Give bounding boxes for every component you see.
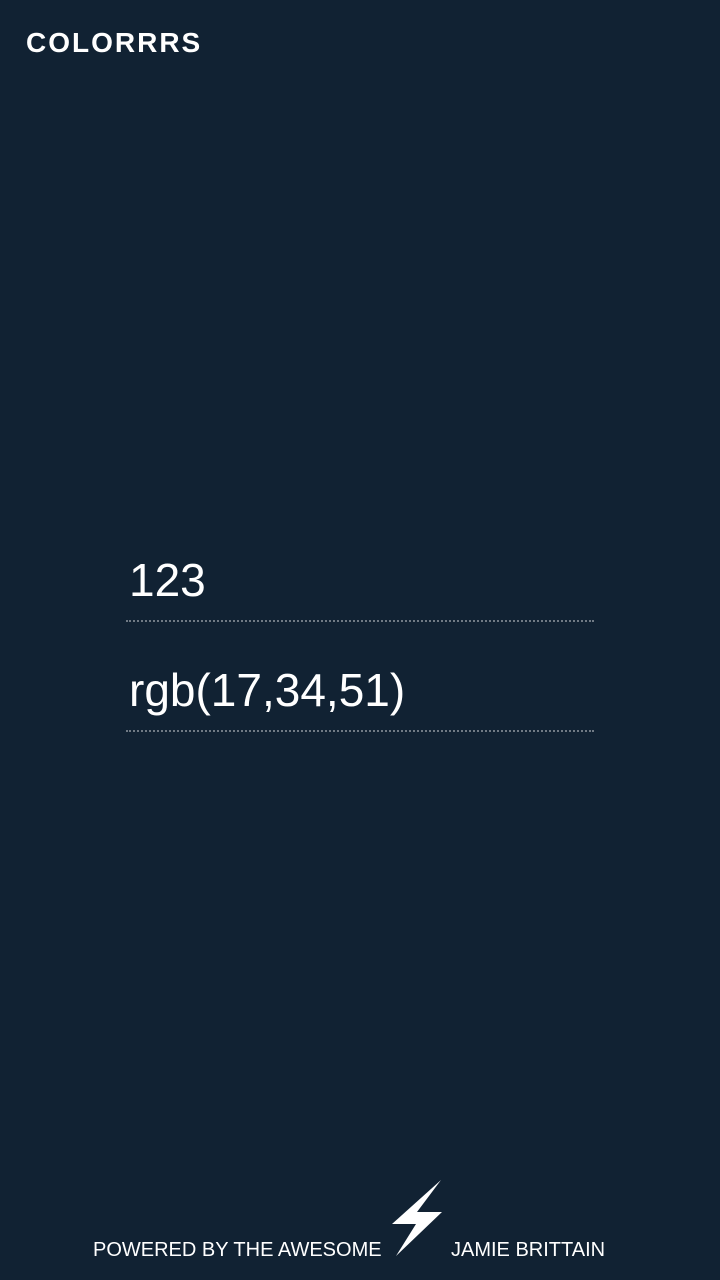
footer: POWERED BY THE AWESOME JAMIE BRITTAIN — [0, 1176, 720, 1262]
rgb-input[interactable]: rgb(17,34,51) — [126, 636, 594, 732]
powered-by-text: POWERED BY THE AWESOME — [93, 1239, 382, 1261]
app-title: COLORRRS — [26, 27, 203, 58]
author-link[interactable]: JAMIE BRITTAIN — [451, 1238, 605, 1262]
color-form: 123 rgb(17,34,51) — [126, 526, 594, 732]
hex-input[interactable]: 123 — [126, 526, 594, 622]
colorrrs-screen: { "app": { "name": "COLORRRS", "backgrou… — [0, 0, 720, 1280]
rgb-input-value: rgb(17,34,51) — [129, 664, 406, 716]
hex-input-value: 123 — [129, 554, 206, 606]
lightning-bolt-icon[interactable] — [392, 1178, 444, 1258]
